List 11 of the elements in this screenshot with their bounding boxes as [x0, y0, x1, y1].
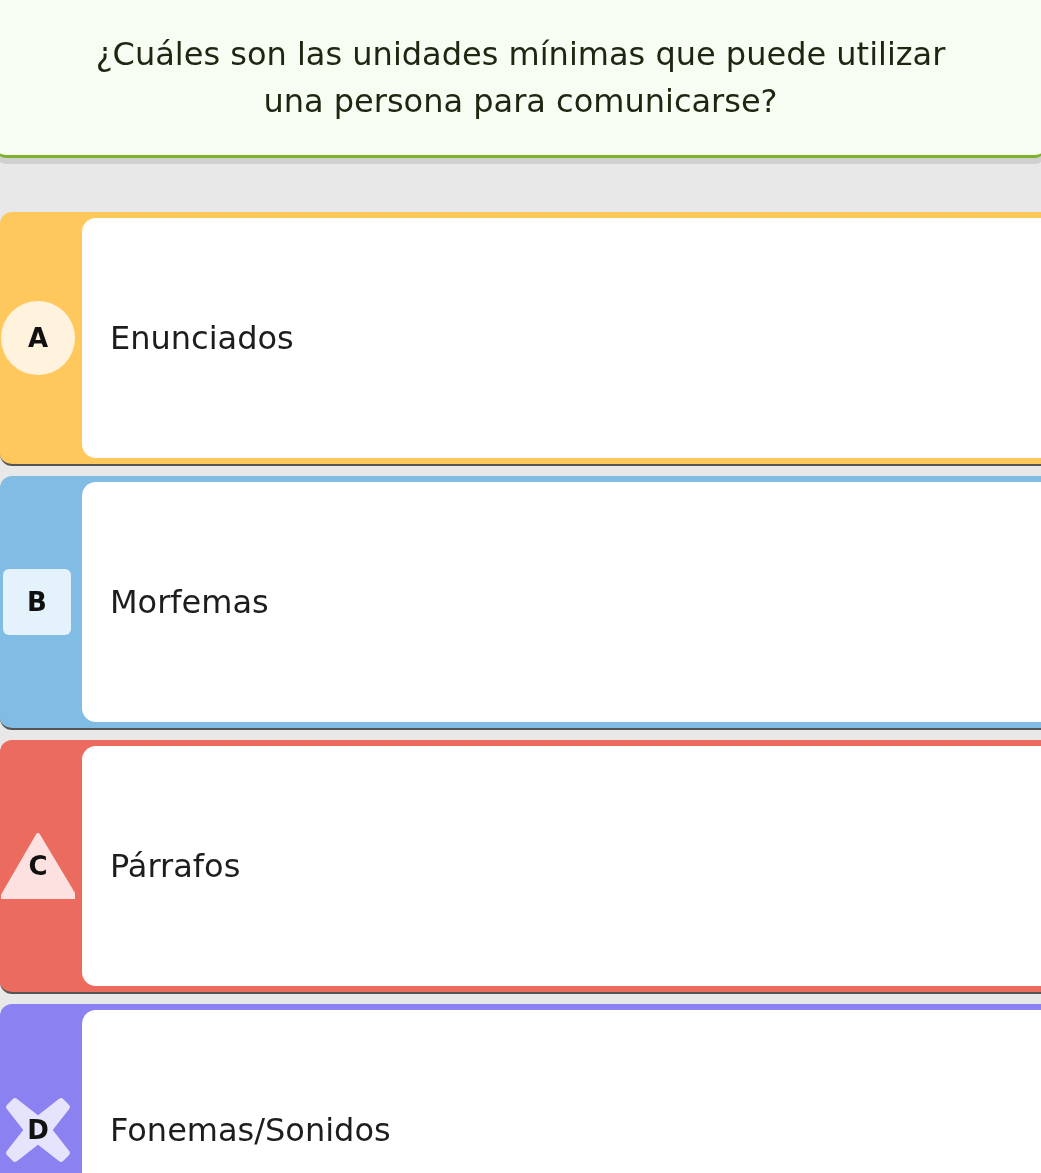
answer-option[interactable]: B Morfemas	[0, 476, 1041, 730]
question-text: ¿Cuáles son las unidades mínimas que puede utilizar una persona para comunicarse?	[94, 34, 947, 122]
letter-badge: B	[3, 569, 71, 635]
option-text: Fonemas/Sonidos	[110, 1111, 391, 1149]
answer-option[interactable]: D Fonemas/Sonidos	[0, 1004, 1041, 1173]
option-text: Párrafos	[110, 847, 241, 885]
option-text: Morfemas	[110, 583, 269, 621]
answer-option[interactable]: C Párrafos	[0, 740, 1041, 994]
option-text: Enunciados	[110, 319, 294, 357]
answer-option[interactable]: A Enunciados	[0, 212, 1041, 466]
letter-badge: A	[1, 301, 75, 375]
